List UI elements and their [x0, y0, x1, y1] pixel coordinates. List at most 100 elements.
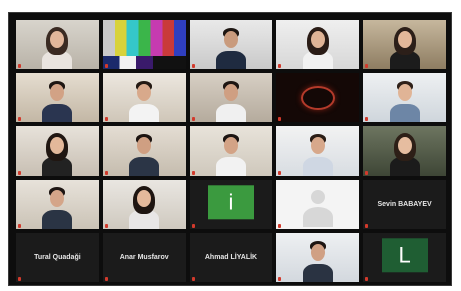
muted-mic-icon [18, 170, 21, 175]
muted-mic-icon [104, 117, 108, 122]
participant-person [385, 26, 425, 70]
participant-video [189, 73, 273, 123]
meeting-window: i Sevin BABAYEV Tural Quadaği Anar Musfarov… [8, 12, 452, 286]
person-body [215, 50, 246, 70]
muted-mic-icon [191, 223, 195, 228]
person-head [137, 137, 152, 155]
participant-video [16, 179, 99, 229]
organization-logo-icon [300, 85, 335, 110]
person-head [397, 30, 412, 48]
participant-tile[interactable] [189, 126, 273, 176]
participant-video [276, 126, 360, 176]
participant-tile[interactable] [276, 20, 360, 70]
muted-mic-icon [278, 223, 282, 228]
participant-video [102, 126, 186, 176]
participant-tile[interactable] [363, 126, 446, 176]
participant-person [211, 133, 251, 176]
participant-tile[interactable] [102, 126, 186, 176]
person-head [50, 30, 65, 48]
muted-mic-icon [191, 117, 195, 122]
person-head [397, 137, 412, 155]
avatar-letter: L [381, 238, 428, 273]
participant-tile[interactable] [363, 73, 446, 123]
participant-person [37, 186, 77, 229]
name-placeholder: Tural Quadaği [16, 233, 99, 282]
person-head [397, 84, 412, 102]
participant-tile[interactable] [16, 179, 99, 229]
muted-mic-icon [365, 64, 369, 69]
participant-tile[interactable] [189, 20, 273, 70]
avatar-placeholder: L [363, 232, 446, 282]
participant-display-name: Sevin BABAYEV [377, 200, 432, 208]
participant-tile[interactable] [102, 73, 186, 123]
participant-tile[interactable] [16, 73, 99, 123]
participant-tile[interactable] [189, 73, 273, 123]
person-body [42, 104, 73, 123]
participant-person [298, 240, 338, 282]
participant-person [124, 133, 164, 176]
participant-person [124, 186, 164, 229]
participant-display-name: Anar Musfarov [119, 253, 169, 261]
muted-mic-icon [104, 64, 108, 69]
participant-tile[interactable] [16, 126, 99, 176]
logo-video [276, 73, 360, 123]
participant-video [363, 73, 446, 123]
person-head [223, 137, 238, 155]
person-head [50, 137, 65, 155]
participant-tile[interactable] [102, 179, 186, 229]
person-head [310, 30, 325, 48]
participant-video [16, 126, 99, 176]
participant-tile[interactable] [276, 232, 360, 282]
participant-tile[interactable] [276, 179, 360, 229]
person-body [129, 104, 160, 123]
participant-video [102, 73, 186, 123]
muted-mic-icon [191, 170, 195, 175]
participant-person [37, 26, 77, 70]
person-head [223, 30, 238, 48]
default-avatar-body [302, 207, 333, 228]
participant-display-name: Ahmad LİYALİK [204, 253, 258, 261]
person-head [50, 190, 65, 208]
participant-tile[interactable] [363, 20, 446, 70]
person-body [302, 263, 333, 282]
person-body [389, 104, 420, 123]
participant-person [385, 133, 425, 176]
participant-tile[interactable] [16, 20, 99, 70]
muted-mic-icon [18, 277, 21, 281]
participant-tile[interactable]: i [189, 179, 273, 229]
participant-tile[interactable]: Ahmad LİYALİK [189, 232, 273, 282]
participant-person [211, 27, 251, 70]
participant-video [276, 20, 360, 70]
participant-person [124, 80, 164, 123]
person-head [137, 190, 152, 208]
muted-mic-icon [18, 223, 21, 228]
participant-display-name: Tural Quadaği [34, 253, 81, 261]
person-body [215, 157, 246, 176]
person-head [310, 137, 325, 155]
muted-mic-icon [191, 277, 195, 281]
participant-video [189, 126, 273, 176]
person-body [215, 104, 246, 123]
participant-tile[interactable] [102, 20, 186, 70]
muted-mic-icon [18, 64, 21, 69]
default-avatar-icon [310, 190, 325, 205]
muted-mic-icon [104, 170, 108, 175]
participant-tile[interactable] [276, 73, 360, 123]
name-placeholder: Anar Musfarov [103, 233, 186, 282]
person-head [137, 84, 152, 102]
participant-video [189, 20, 273, 70]
participant-person [298, 133, 338, 176]
muted-mic-icon [18, 117, 21, 122]
person-body [302, 157, 333, 176]
participant-tile[interactable] [276, 126, 360, 176]
participant-tile[interactable]: Sevin BABAYEV [363, 179, 446, 229]
participant-tile[interactable]: Anar Musfarov [102, 232, 186, 282]
participant-person [37, 133, 77, 176]
gallery-grid: i Sevin BABAYEV Tural Quadaği Anar Musfarov… [16, 20, 446, 282]
muted-mic-icon [365, 277, 369, 281]
participant-tile[interactable]: Tural Quadaği [16, 232, 99, 282]
name-placeholder: Sevin BABAYEV [363, 180, 446, 229]
participant-tile[interactable]: L [363, 232, 446, 282]
participant-person [211, 80, 251, 123]
participant-video [276, 232, 360, 282]
